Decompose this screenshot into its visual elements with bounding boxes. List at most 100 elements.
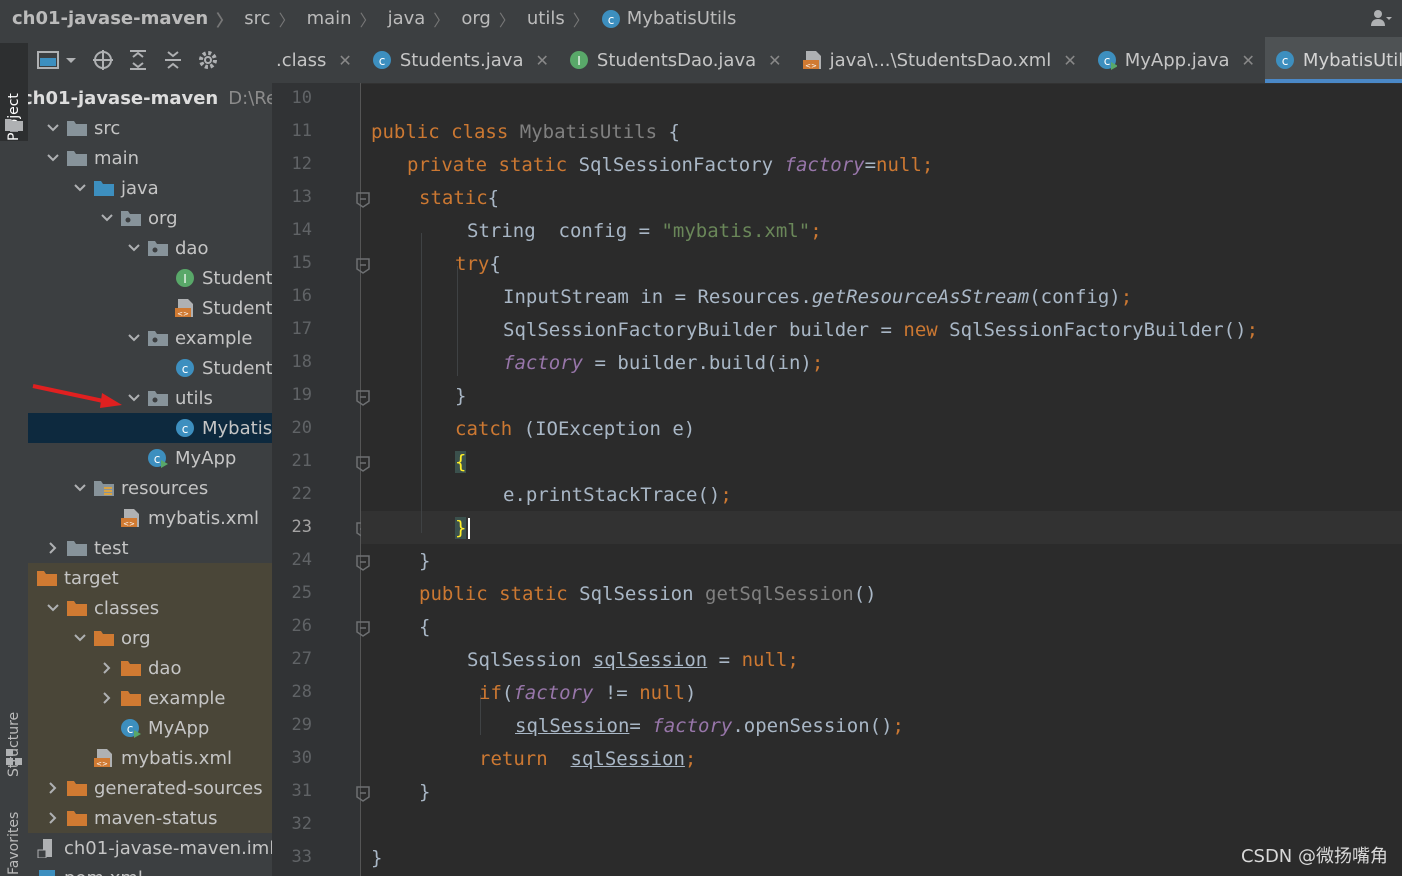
folder-icon	[66, 598, 88, 618]
tree-item[interactable]: c MyApp	[28, 713, 272, 743]
editor-tab[interactable]: c MybatisUtils.ja	[1264, 37, 1402, 83]
code-token: getSqlSession	[705, 583, 854, 605]
chevron-down-icon[interactable]	[28, 571, 34, 585]
editor-tab[interactable]: .class ✕	[272, 37, 362, 83]
code-token: sqlSession	[570, 748, 685, 770]
tree-item[interactable]: ch01-javase-maven.iml	[28, 833, 272, 863]
tree-item[interactable]: dao	[28, 653, 272, 683]
line-number: 31	[291, 781, 312, 801]
tree-item[interactable]: dao	[28, 233, 272, 263]
code-token: if	[479, 682, 502, 704]
editor-tab[interactable]: I StudentsDao.java ✕	[559, 37, 792, 83]
code-editor[interactable]: public class MybatisUtils { private stat…	[361, 83, 1402, 876]
code-token: }	[419, 781, 431, 803]
editor-tab[interactable]: c MyApp.java ✕	[1087, 37, 1265, 83]
code-token: {	[455, 451, 467, 473]
close-icon[interactable]: ✕	[768, 51, 781, 70]
collapse-all-button[interactable]	[158, 45, 188, 75]
tree-item[interactable]: <> mybatis.xml	[28, 503, 272, 533]
tree-item[interactable]: c MybatisUt	[28, 413, 272, 443]
folder-icon	[66, 148, 88, 168]
close-icon[interactable]: ✕	[535, 51, 548, 70]
chevron-down-icon[interactable]	[127, 391, 141, 405]
svg-text:c: c	[379, 54, 386, 68]
line-number: 14	[291, 220, 312, 240]
breadcrumb-utils[interactable]: utils 〉	[515, 7, 589, 31]
breadcrumb-main[interactable]: main 〉	[295, 7, 376, 31]
tree-item[interactable]: classes	[28, 593, 272, 623]
view-mode-button[interactable]	[33, 45, 83, 75]
code-line-30: return sqlSession;	[479, 743, 696, 776]
editor-tab[interactable]: <> java\...\StudentsDao.xml ✕	[792, 37, 1087, 83]
code-line-29: sqlSession= factory.openSession();	[515, 710, 904, 743]
tree-item[interactable]: org	[28, 623, 272, 653]
chevron-down-icon[interactable]	[73, 631, 87, 645]
tree-item[interactable]: src	[28, 113, 272, 143]
line-number: 27	[291, 649, 312, 669]
close-icon[interactable]: ✕	[1242, 51, 1255, 70]
tree-item[interactable]: resources	[28, 473, 272, 503]
chevron-down-icon[interactable]	[127, 331, 141, 345]
xml-file-icon: <>	[802, 50, 822, 70]
code-token: e.printStackTrace()	[503, 484, 721, 506]
chevron-right-icon[interactable]	[46, 781, 60, 795]
tree-item[interactable]: maven-status	[28, 803, 272, 833]
project-root-row[interactable]: ch01-javase-maven D:\Reso	[28, 83, 272, 113]
tree-item[interactable]: example	[28, 323, 272, 353]
code-line-23: }	[455, 512, 467, 545]
chevron-down-icon[interactable]	[73, 481, 87, 495]
tree-item[interactable]: m pom.xml	[28, 863, 272, 876]
chevron-down-icon[interactable]	[100, 211, 114, 225]
chevron-right-icon[interactable]	[100, 691, 114, 705]
line-number: 10	[291, 88, 312, 108]
tree-item-label: dao	[148, 657, 182, 679]
line-number: 29	[291, 715, 312, 735]
tree-item[interactable]: java	[28, 173, 272, 203]
editor-tab[interactable]: c Students.java ✕	[362, 37, 559, 83]
chevron-down-icon[interactable]	[46, 601, 60, 615]
breadcrumb-java[interactable]: java 〉	[376, 7, 450, 31]
chevron-down-icon[interactable]	[127, 241, 141, 255]
chevron-down-icon[interactable]	[46, 151, 60, 165]
code-token: {	[489, 253, 501, 275]
chevron-right-icon[interactable]	[100, 661, 114, 675]
locate-file-button[interactable]	[88, 45, 118, 75]
folder-icon	[36, 568, 58, 588]
tree-item[interactable]: <> mybatis.xml	[28, 743, 272, 773]
close-icon[interactable]: ✕	[338, 51, 351, 70]
chevron-right-icon[interactable]	[46, 541, 60, 555]
tree-item[interactable]: I StudentsD	[28, 263, 272, 293]
user-icon[interactable]	[1370, 8, 1392, 28]
folder-icon	[66, 118, 88, 138]
settings-button[interactable]	[193, 45, 223, 75]
chevron-right-icon[interactable]	[46, 811, 60, 825]
chevron-down-icon[interactable]	[73, 181, 87, 195]
class-icon: c	[372, 50, 392, 70]
breadcrumb-class[interactable]: c MybatisUtils	[589, 8, 736, 29]
code-token: sqlSession	[515, 715, 630, 737]
chevron-down-icon[interactable]	[46, 121, 60, 135]
interface-icon: I	[174, 268, 196, 288]
breadcrumb-src[interactable]: src 〉	[232, 7, 294, 31]
svg-text:c: c	[127, 722, 134, 736]
expand-all-button[interactable]	[123, 45, 153, 75]
tree-item[interactable]: example	[28, 683, 272, 713]
tree-item[interactable]: <> StudentsD	[28, 293, 272, 323]
tree-item[interactable]: target	[28, 563, 272, 593]
tree-item[interactable]: org	[28, 203, 272, 233]
tool-tab-favorites[interactable]: Favorites	[0, 795, 28, 875]
code-token: public	[371, 121, 440, 143]
line-number: 20	[291, 418, 312, 438]
breadcrumb-org[interactable]: org 〉	[449, 7, 515, 31]
tree-item[interactable]: test	[28, 533, 272, 563]
tree-item[interactable]: main	[28, 143, 272, 173]
tree-item[interactable]: generated-sources	[28, 773, 272, 803]
svg-text:c: c	[1103, 54, 1110, 68]
tree-item[interactable]: c Students	[28, 353, 272, 383]
tree-item[interactable]: c MyApp	[28, 443, 272, 473]
breadcrumb-project[interactable]: ch01-javase-maven 〉	[0, 7, 232, 31]
tree-item-label: utils	[175, 387, 213, 409]
close-icon[interactable]: ✕	[1063, 51, 1076, 70]
